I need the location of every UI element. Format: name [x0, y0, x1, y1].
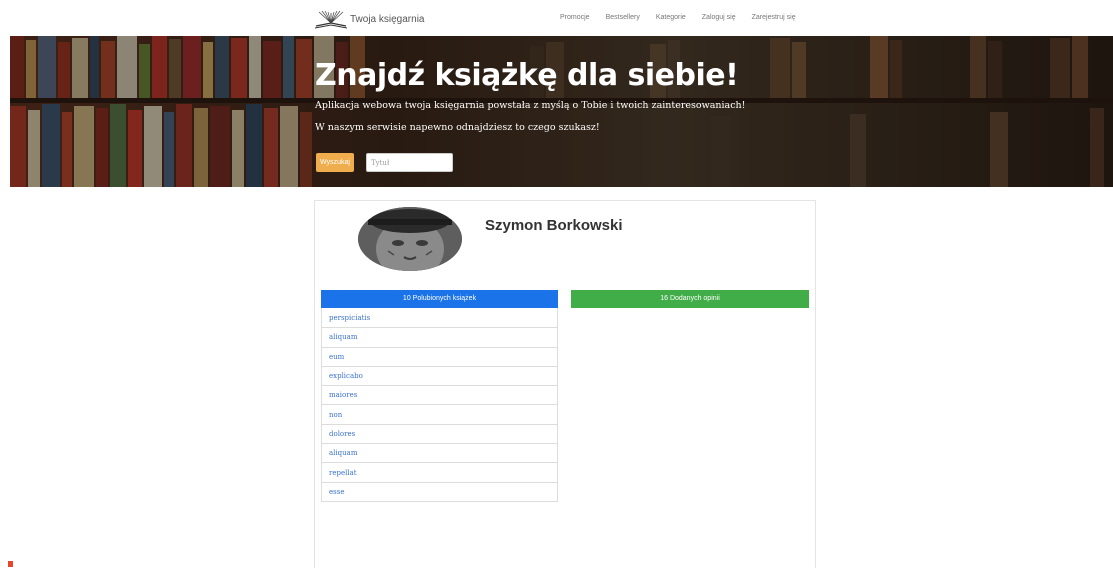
hero-subtitle-line2: W naszym serwisie napewno odnajdziesz to…: [315, 122, 600, 133]
book-link[interactable]: aliquam: [329, 333, 357, 341]
brand-link[interactable]: Twoja księgarnia: [314, 9, 424, 29]
book-link[interactable]: explicabo: [329, 372, 363, 380]
list-item: repellat: [322, 462, 557, 481]
nav-link-register[interactable]: Zarejestruj się: [752, 14, 796, 21]
avatar: [358, 207, 462, 271]
brand-label: Twoja księgarnia: [350, 13, 425, 25]
nav-links: Promocje Bestsellery Kategorie Zaloguj s…: [560, 14, 812, 21]
hero-subtitle-line1: Aplikacja webowa twoja księgarnia powsta…: [315, 100, 746, 111]
book-link[interactable]: maiores: [329, 391, 357, 399]
open-book-icon: [314, 10, 348, 29]
nav-link-promotions[interactable]: Promocje: [560, 14, 590, 21]
list-item: aliquam: [322, 443, 557, 462]
liked-books-list: perspiciatis aliquam eum explicabo maior…: [321, 308, 558, 502]
corner-marker: [8, 561, 13, 567]
book-link[interactable]: aliquam: [329, 449, 357, 457]
list-item: dolores: [322, 423, 557, 443]
tab-added-reviews[interactable]: 16 Dodanych opinii: [571, 290, 809, 308]
tab-liked-books[interactable]: 10 Polubionych książek: [321, 290, 558, 308]
nav-link-categories[interactable]: Kategorie: [656, 14, 686, 21]
nav-link-login[interactable]: Zaloguj się: [702, 14, 736, 21]
book-link[interactable]: eum: [329, 353, 344, 361]
nav-link-bestsellers[interactable]: Bestsellery: [606, 14, 640, 21]
list-item: non: [322, 404, 557, 423]
list-item: explicabo: [322, 365, 557, 385]
list-item: esse: [322, 481, 557, 501]
top-navbar: Twoja księgarnia Promocje Bestsellery Ka…: [0, 0, 1113, 36]
book-link[interactable]: dolores: [329, 430, 355, 438]
search-button[interactable]: Wyszukaj: [316, 153, 354, 172]
book-link[interactable]: repellat: [329, 469, 357, 477]
list-item: maiores: [322, 385, 557, 404]
hero-banner: Znajdź książkę dla siebie! Aplikacja web…: [10, 36, 1113, 187]
avatar-photo: [358, 207, 462, 271]
user-name: Szymon Borkowski: [485, 217, 623, 234]
search-input[interactable]: [366, 153, 453, 172]
hero-title: Znajdź książkę dla siebie!: [315, 58, 739, 93]
list-item: perspiciatis: [322, 308, 557, 327]
book-link[interactable]: esse: [329, 488, 344, 496]
book-link[interactable]: perspiciatis: [329, 314, 370, 322]
list-item: eum: [322, 346, 557, 366]
profile-panel: Szymon Borkowski 10 Polubionych książek …: [314, 200, 816, 568]
list-item: aliquam: [322, 327, 557, 346]
book-link[interactable]: non: [329, 411, 342, 419]
